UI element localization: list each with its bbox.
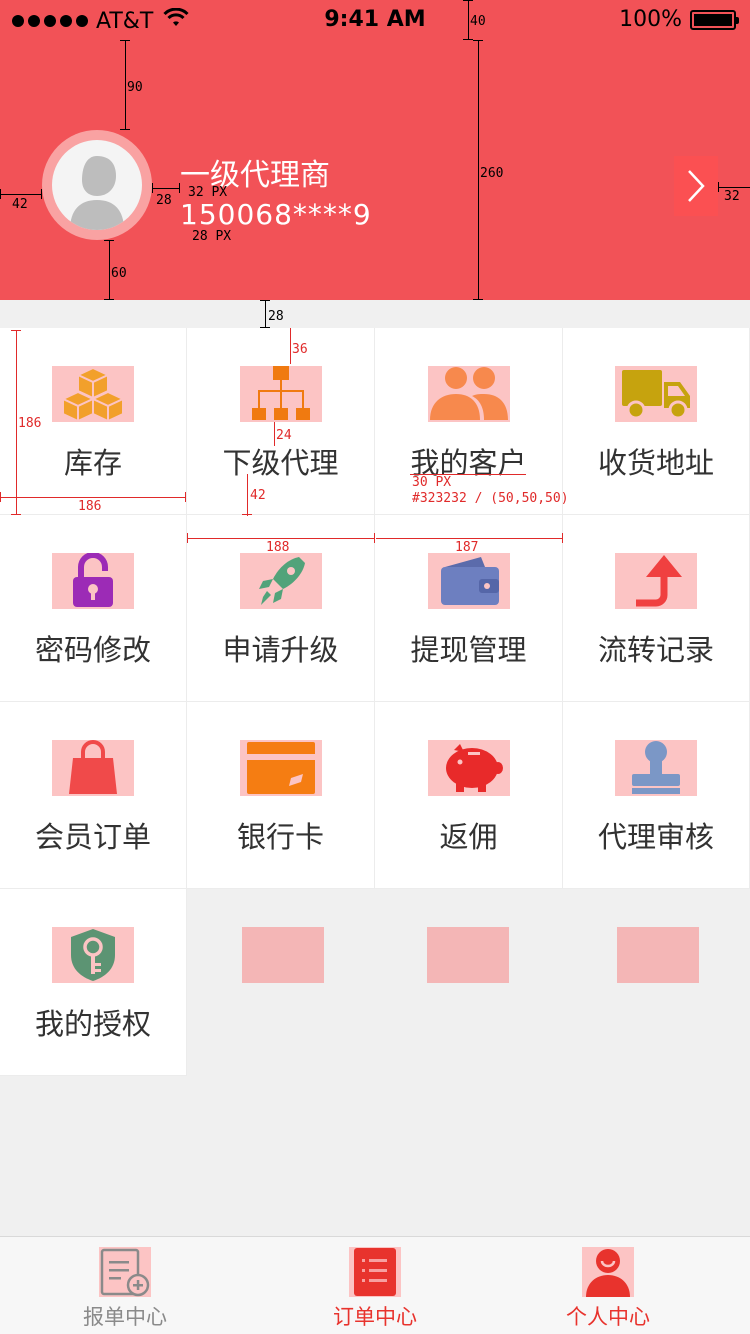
annotation: 24: [276, 428, 292, 443]
key-shield-icon: [52, 927, 134, 983]
empty-slot: [427, 927, 509, 983]
grid-item-transfer-record[interactable]: 流转记录: [563, 515, 750, 702]
grid-item-label: 我的授权: [34, 1007, 151, 1041]
grid-item-shipping-address[interactable]: 收货地址: [563, 328, 750, 515]
wallet-icon: [427, 553, 510, 609]
annotation: 36: [292, 342, 308, 357]
grid-item-agent-review[interactable]: 代理审核: [563, 702, 750, 889]
grid-item-label: 代理审核: [597, 820, 714, 854]
grid-item-customers[interactable]: 我的客户: [375, 328, 563, 515]
battery-percent: 100%: [619, 7, 682, 32]
user-phone: 150068****9: [180, 198, 372, 231]
tab-label: 个人中心: [566, 1305, 650, 1329]
grid-item-member-orders[interactable]: 会员订单: [0, 702, 187, 889]
empty-slot: [617, 927, 699, 983]
annotation: #323232 / (50,50,50): [412, 491, 569, 506]
annotation: 188: [266, 540, 290, 555]
bottom-tab-bar: 报单中心 订单中心 个人中心: [0, 1236, 750, 1334]
grid-item-sub-agents[interactable]: 下级代理: [187, 328, 375, 515]
avatar[interactable]: [42, 130, 152, 240]
grid-item-label: 我的客户: [410, 446, 527, 480]
annotation: 90: [127, 80, 143, 95]
person-icon: [582, 1247, 634, 1297]
annotation: 32: [724, 189, 740, 204]
annotation: 30 PX: [412, 475, 452, 490]
grid-item-label: 提现管理: [410, 633, 527, 667]
tab-label: 报单中心: [83, 1305, 167, 1329]
grid-item-label: 申请升级: [222, 633, 339, 667]
annotation: 32 PX: [188, 185, 228, 200]
annotation: 60: [111, 266, 127, 281]
avatar-placeholder-icon: [52, 140, 142, 230]
stamp-icon: [615, 740, 697, 796]
grid-item-label: 密码修改: [34, 633, 151, 667]
grid-item-label: 返佣: [439, 820, 498, 854]
order-list-icon: [349, 1247, 401, 1297]
truck-icon: [615, 366, 697, 422]
annotation: 28: [268, 309, 284, 324]
annotation: 186: [78, 499, 102, 514]
org-chart-icon: [239, 366, 322, 422]
grid-item-label: 下级代理: [222, 446, 339, 480]
annotation: 28: [156, 193, 172, 208]
grid-item-label: 库存: [63, 446, 122, 480]
annotation: 28 PX: [192, 229, 232, 244]
profile-detail-button[interactable]: [674, 156, 718, 216]
annotation: 42: [12, 197, 28, 212]
grid-item-label: 会员订单: [34, 820, 151, 854]
grid-item-commission[interactable]: 返佣: [375, 702, 563, 889]
empty-slot: [242, 927, 324, 983]
rocket-icon: [239, 553, 322, 609]
tab-label: 订单中心: [333, 1305, 417, 1329]
grid-item-bank-card[interactable]: 银行卡: [187, 702, 375, 889]
report-form-icon: [99, 1247, 151, 1297]
battery-icon: [690, 9, 739, 30]
tab-report-center[interactable]: 报单中心: [0, 1237, 250, 1334]
piggy-bank-icon: [427, 740, 510, 796]
grid-item-label: 流转记录: [597, 633, 714, 667]
shopping-bag-icon: [52, 740, 134, 796]
grid-item-my-authorization[interactable]: 我的授权: [0, 889, 187, 1076]
annotation: 186: [18, 416, 42, 431]
annotation: 187: [455, 540, 479, 555]
grid-item-label: 收货地址: [597, 446, 714, 480]
tab-order-center[interactable]: 订单中心: [250, 1237, 500, 1334]
customers-icon: [427, 366, 510, 422]
status-bar: AT&T 9:41 AM 100%: [0, 0, 750, 40]
annotation: 40: [470, 14, 486, 29]
profile-header: AT&T 9:41 AM 100% 一级代理商 150068****9 40 9…: [0, 0, 750, 300]
annotation: 260: [480, 166, 504, 181]
boxes-icon: [52, 366, 134, 422]
grid-item-change-password[interactable]: 密码修改: [0, 515, 187, 702]
grid-item-label: 银行卡: [236, 820, 324, 854]
bank-card-icon: [239, 740, 322, 796]
chevron-right-icon: [688, 170, 705, 202]
annotation: 42: [250, 488, 266, 503]
tab-personal-center[interactable]: 个人中心: [483, 1237, 733, 1334]
arrow-turn-icon: [615, 553, 697, 609]
lock-icon: [52, 553, 134, 609]
